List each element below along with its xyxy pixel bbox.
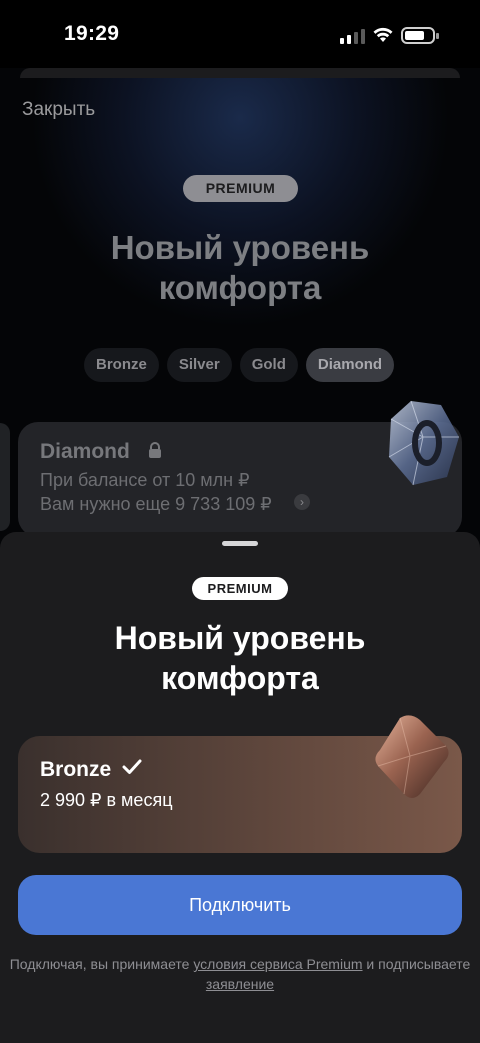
close-button[interactable]: Закрыть xyxy=(22,99,95,121)
diamond-card-remaining: Вам нужно еще 9 733 109 ₽ xyxy=(40,494,272,514)
tier-tabs: Bronze Silver Gold Diamond xyxy=(84,348,395,382)
tab-silver[interactable]: Silver xyxy=(166,348,232,382)
tab-diamond[interactable]: Diamond xyxy=(305,348,395,382)
terms-link[interactable]: условия сервиса Premium xyxy=(193,956,362,972)
chevron-right-icon[interactable]: › xyxy=(294,494,310,510)
status-time: 19:29 xyxy=(64,22,120,45)
bronze-plan-card[interactable]: Bronze 2 990 ₽ в месяц xyxy=(18,715,462,853)
background-title: Новый уровень комфорта xyxy=(0,228,480,308)
battery-icon xyxy=(401,27,439,44)
statement-link[interactable]: заявление xyxy=(206,976,274,992)
background-title-line1: Новый уровень xyxy=(110,229,370,266)
premium-badge: PREMIUM xyxy=(192,577,288,600)
connect-button[interactable]: Подключить xyxy=(18,875,462,935)
previous-tier-card-edge xyxy=(0,423,10,531)
diamond-gem-icon xyxy=(388,400,459,486)
status-bar: 19:29 xyxy=(0,0,480,68)
plan-name: Bronze xyxy=(40,758,112,781)
diamond-card-threshold: При балансе от 10 млн ₽ xyxy=(40,470,250,490)
bronze-gem-icon xyxy=(375,715,449,798)
tab-bronze[interactable]: Bronze xyxy=(84,348,159,382)
sheet-title: Новый уровень комфорта xyxy=(0,618,480,698)
sheet-grabber[interactable] xyxy=(222,541,258,546)
terms-middle: и подписываете xyxy=(362,956,471,972)
premium-bottom-sheet: PREMIUM Новый уровень комфорта Bronze 2 … xyxy=(0,532,480,1043)
wifi-icon xyxy=(373,27,393,42)
sheet-title-line1: Новый уровень xyxy=(114,620,366,656)
terms-text: Подключая, вы принимаете условия сервиса… xyxy=(0,954,480,994)
plan-price: 2 990 ₽ в месяц xyxy=(40,790,173,810)
background-title-line2: комфорта xyxy=(158,269,322,306)
sheet-title-line2: комфорта xyxy=(161,660,319,696)
background-sheet-edge xyxy=(20,68,460,78)
diamond-card-title: Diamond xyxy=(40,440,130,463)
checkmark-icon xyxy=(122,759,142,774)
lock-icon xyxy=(149,442,161,458)
tab-gold[interactable]: Gold xyxy=(239,348,298,382)
cellular-signal-icon xyxy=(340,28,366,44)
terms-prefix: Подключая, вы принимаете xyxy=(9,956,194,972)
premium-badge-background: PREMIUM xyxy=(183,175,298,202)
